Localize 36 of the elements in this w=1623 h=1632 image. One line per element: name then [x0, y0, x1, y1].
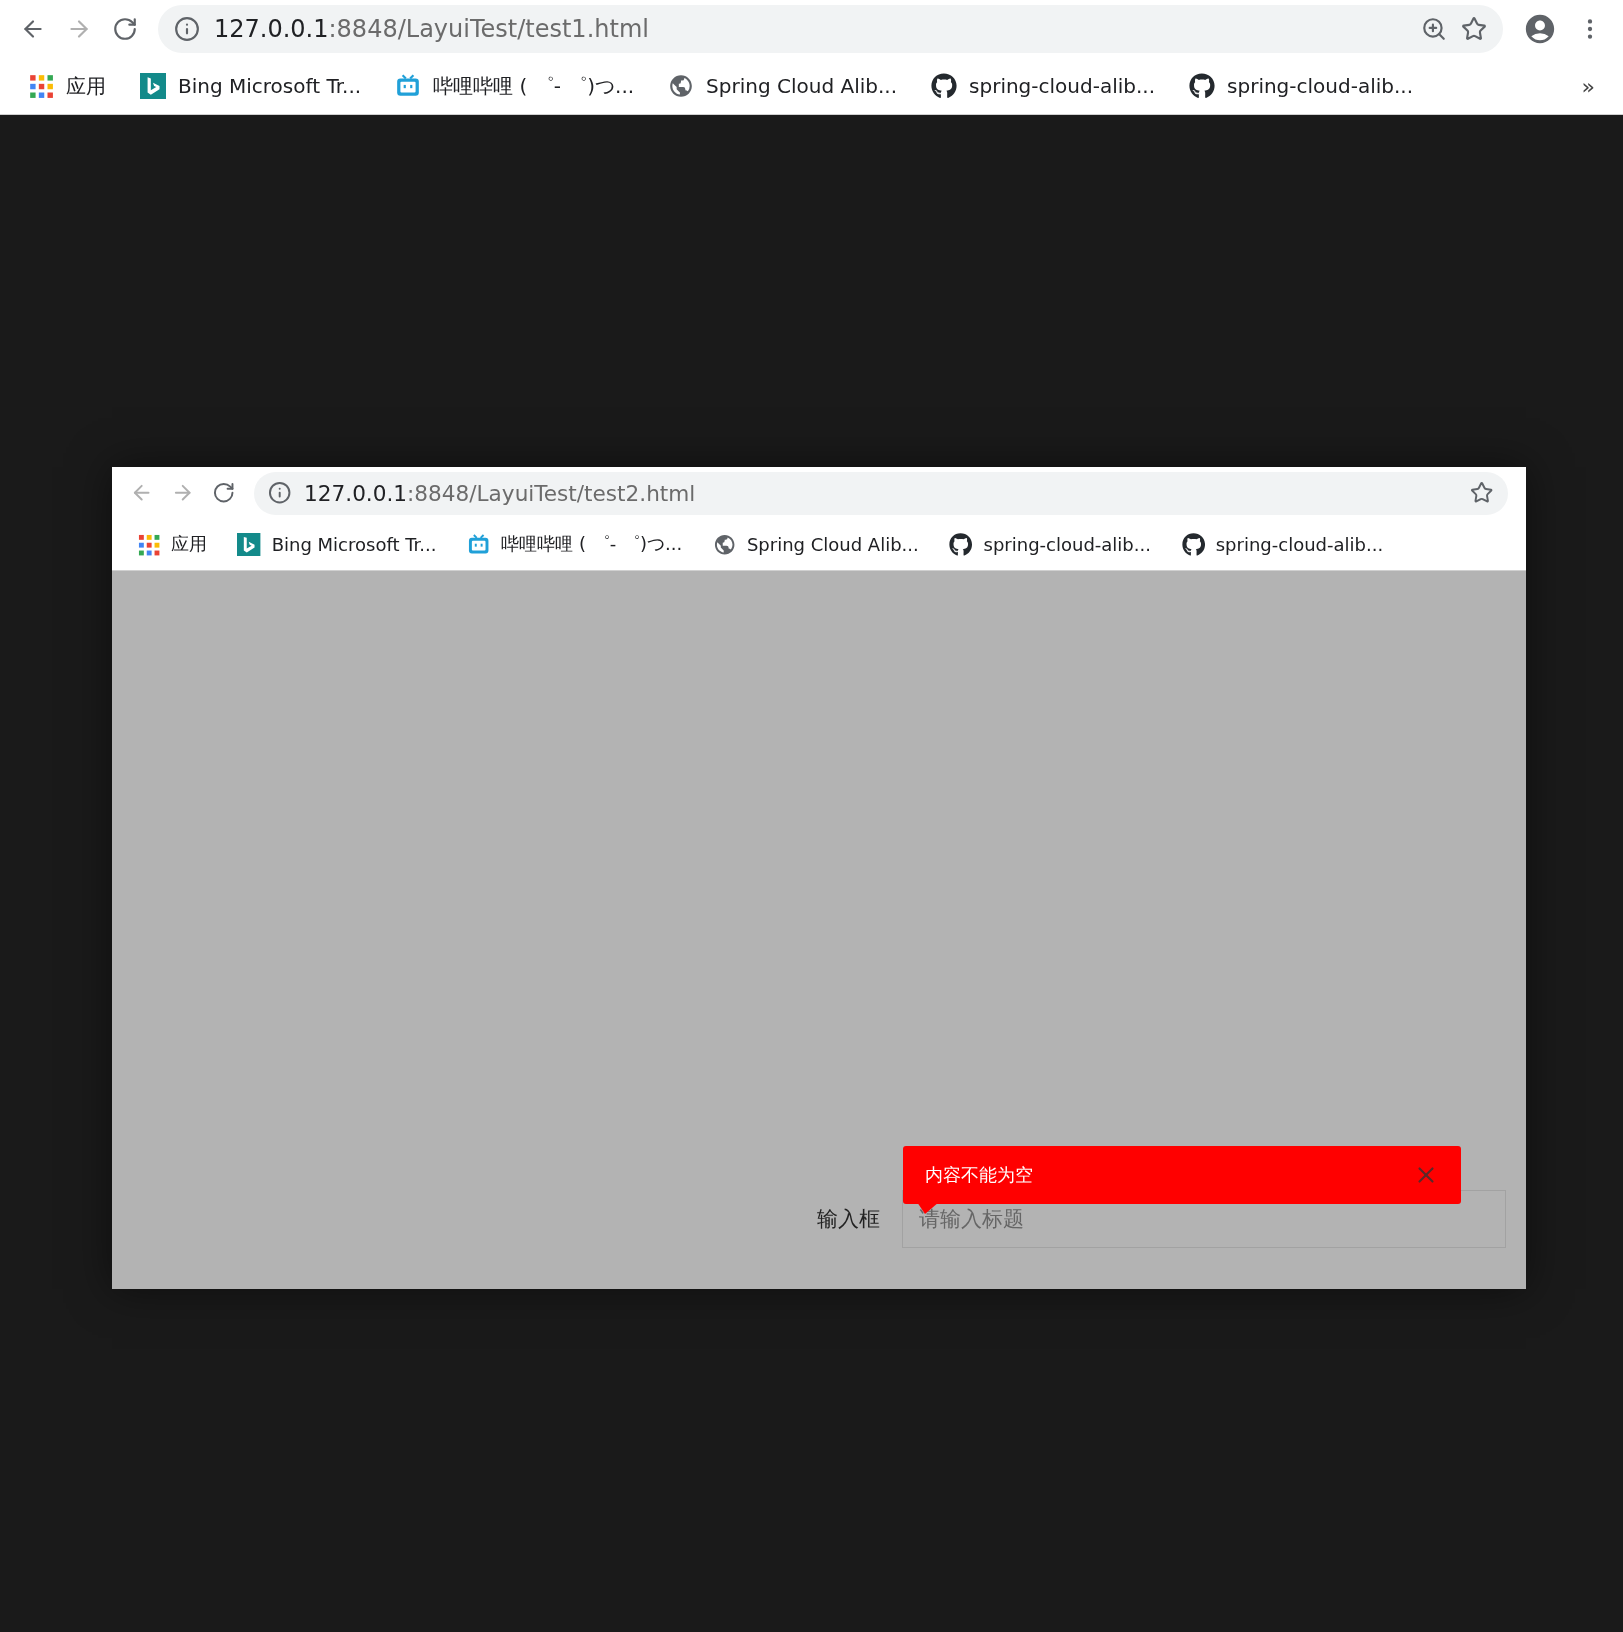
- globe-icon: [712, 532, 737, 557]
- bing-logo-icon: [237, 532, 261, 557]
- address-bar[interactable]: 127.0.0.1:8848/LayuiTest/test1.html: [158, 5, 1503, 53]
- globe-icon: [668, 73, 695, 99]
- apps-grid-icon: [136, 532, 161, 557]
- bookmark-link[interactable]: spring-cloud-alib...: [1181, 532, 1384, 557]
- bookmark-star-icon[interactable]: [1469, 481, 1494, 505]
- field-label: 输入框: [816, 1206, 880, 1233]
- address-bar[interactable]: 127.0.0.1:8848/LayuiTest/test2.html: [253, 471, 1508, 515]
- github-icon: [1181, 532, 1205, 557]
- bookmark-link[interactable]: Spring Cloud Alib...: [712, 532, 919, 557]
- bookmark-link[interactable]: Bing Microsoft Tr...: [237, 532, 437, 557]
- reload-button[interactable]: [112, 16, 138, 42]
- bookmark-link[interactable]: Bing Microsoft Tr...: [140, 73, 362, 99]
- apps-grid-icon: [28, 73, 54, 99]
- bookmark-link[interactable]: 应用: [28, 72, 106, 100]
- github-icon: [1189, 73, 1216, 99]
- bookmark-link[interactable]: 哔哩哔哩 ( ゜- ゜)つ...: [395, 72, 635, 100]
- bookmark-link[interactable]: 应用: [136, 532, 207, 557]
- bing-logo-icon: [140, 73, 166, 99]
- bookmarks-overflow-button[interactable]: »: [1581, 73, 1595, 99]
- bookmark-link[interactable]: spring-cloud-alib...: [931, 73, 1156, 99]
- bookmark-link[interactable]: spring-cloud-alib...: [949, 532, 1151, 557]
- bookmark-link[interactable]: 哔哩哔哩 ( ゜- ゜)つ...: [467, 532, 683, 557]
- github-icon: [931, 73, 958, 99]
- zoom-icon[interactable]: [1421, 16, 1447, 42]
- bookmark-link[interactable]: Spring Cloud Alib...: [668, 73, 898, 99]
- reload-button[interactable]: [212, 481, 236, 505]
- bookmark-link[interactable]: spring-cloud-alib...: [1189, 73, 1414, 99]
- bookmark-star-icon[interactable]: [1461, 16, 1487, 42]
- github-icon: [949, 532, 973, 557]
- error-tooltip: 内容不能为空: [902, 1146, 1461, 1204]
- info-icon: [174, 16, 200, 42]
- tv-icon: [395, 73, 422, 99]
- info-icon: [268, 481, 292, 505]
- profile-icon[interactable]: [1523, 12, 1557, 46]
